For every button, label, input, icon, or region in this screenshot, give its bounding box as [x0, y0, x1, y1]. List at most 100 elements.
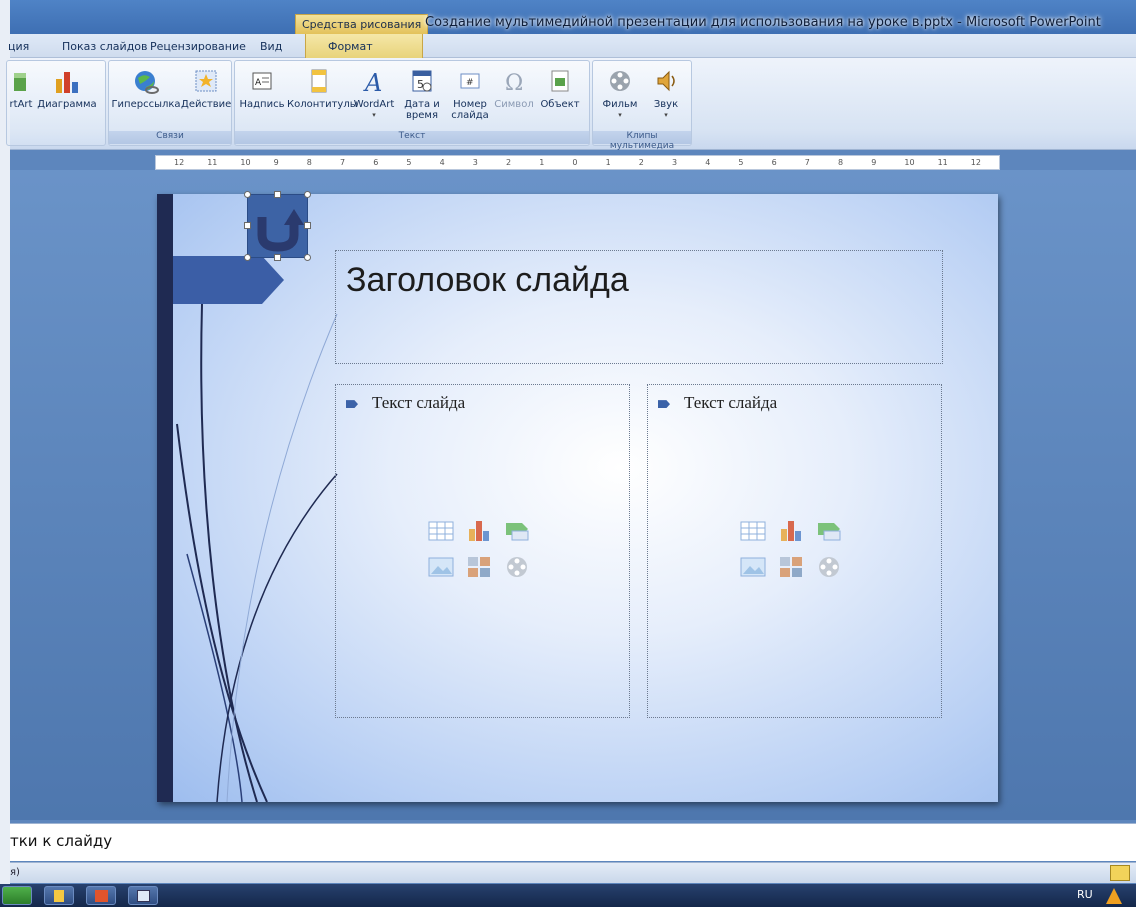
insert-media-clip-icon[interactable]	[504, 555, 530, 579]
tab-animation[interactable]: ция	[8, 40, 29, 53]
resize-handle-bottom-right[interactable]	[304, 254, 311, 261]
selected-action-button-return[interactable]	[247, 194, 308, 258]
header-footer-icon	[311, 69, 327, 93]
notes-placeholder-text: тки к слайду	[10, 832, 113, 850]
insert-table-icon[interactable]	[740, 519, 766, 543]
ruler-mark: 3	[672, 158, 678, 167]
tab-format[interactable]: Формат	[305, 34, 423, 58]
resize-handle-top[interactable]	[274, 191, 281, 198]
symbol-button[interactable]: Ω Символ	[491, 69, 537, 110]
ruler-mark: 11	[937, 158, 948, 167]
movie-button[interactable]: Фильм ▾	[597, 69, 643, 121]
status-bar: я)	[10, 862, 1136, 883]
ruler-mark: 9	[871, 158, 877, 167]
tab-review[interactable]: Рецензирование	[150, 40, 246, 53]
title-placeholder-text: Заголовок слайда	[346, 261, 629, 299]
ruler-mark: 10	[904, 158, 915, 167]
insert-smartart-icon[interactable]	[816, 519, 842, 543]
slide-number-button[interactable]: # Номер слайда	[445, 69, 495, 121]
calendar-icon: 5	[412, 70, 432, 92]
insert-clipart-icon[interactable]	[466, 555, 492, 579]
insert-smartart-icon[interactable]	[504, 519, 530, 543]
ruler-mark: 2	[638, 158, 644, 167]
film-reel-icon	[610, 71, 630, 91]
tab-view[interactable]: Вид	[260, 40, 282, 53]
ribbon-insert: rtArt Диаграмма Гиперссылка Действие Свя…	[6, 58, 1136, 151]
omega-icon: Ω	[505, 71, 523, 95]
group-links: Гиперссылка Действие Связи	[108, 60, 232, 146]
ruler-mark: 6	[373, 158, 379, 167]
object-button[interactable]: Объект	[537, 69, 583, 110]
header-footer-button[interactable]: Колонтитулы	[287, 69, 358, 110]
resize-handle-right[interactable]	[304, 222, 311, 229]
resize-handle-left[interactable]	[244, 222, 251, 229]
speaker-icon	[657, 70, 675, 92]
resize-handle-bottom-left[interactable]	[244, 254, 251, 261]
ruler-mark: 7	[340, 158, 346, 167]
notes-pane[interactable]: тки к слайду	[10, 823, 1136, 861]
group-illustrations: rtArt Диаграмма	[6, 60, 106, 146]
bullet-arrow-icon	[658, 400, 670, 409]
ribbon-tab-row: ция Показ слайдов Рецензирование Вид Фор…	[8, 34, 1136, 58]
status-text: я)	[10, 867, 20, 878]
chart-button[interactable]: Диаграмма	[35, 69, 99, 110]
tab-slide-show[interactable]: Показ слайдов	[62, 40, 148, 53]
normal-view-icon[interactable]	[1110, 865, 1130, 881]
group-label-media: Клипы мультимедиа	[593, 131, 691, 151]
svg-text:5: 5	[417, 78, 424, 91]
svg-text:A: A	[255, 78, 262, 88]
ruler-mark: 11	[207, 158, 218, 167]
group-label-links: Связи	[109, 131, 231, 144]
title-placeholder[interactable]: Заголовок слайда	[335, 250, 943, 364]
hyperlink-button[interactable]: Гиперссылка	[111, 69, 181, 110]
chart-icon	[56, 72, 78, 93]
return-arrow-icon	[257, 209, 304, 252]
svg-text:A: A	[363, 69, 382, 95]
ruler-mark: 6	[771, 158, 777, 167]
resize-handle-bottom[interactable]	[274, 254, 281, 261]
ruler-mark: 12	[174, 158, 185, 167]
slide-canvas[interactable]: Заголовок слайда Текст слайда Текст слай…	[157, 194, 998, 802]
bullet-arrow-icon	[346, 400, 358, 409]
tray-avast-icon[interactable]	[1106, 888, 1122, 904]
taskbar-explorer-icon[interactable]	[44, 886, 74, 905]
insert-media-clip-icon[interactable]	[816, 555, 842, 579]
date-time-button[interactable]: 5 Дата и время	[399, 69, 445, 121]
insert-chart-icon[interactable]	[778, 519, 804, 543]
taskbar-utorrent-icon[interactable]	[2, 886, 32, 905]
language-indicator[interactable]: RU	[1077, 888, 1093, 901]
slide-number-icon: #	[460, 73, 480, 89]
ruler-mark: 12	[970, 158, 981, 167]
ruler-mark: 0	[572, 158, 578, 167]
resize-handle-top-right[interactable]	[304, 191, 311, 198]
insert-chart-icon[interactable]	[466, 519, 492, 543]
taskbar-powerpoint-icon[interactable]	[86, 886, 116, 905]
group-label-text: Текст	[235, 131, 589, 144]
horizontal-ruler[interactable]: 12 11 10 9 8 7 6 5 4 3 2 1 0 1 2 3 4 5 6 7 8 9 10 11 12	[155, 155, 1000, 170]
resize-handle-top-left[interactable]	[244, 191, 251, 198]
insert-table-icon[interactable]	[428, 519, 454, 543]
ruler-mark: 1	[539, 158, 545, 167]
ruler-mark: 4	[439, 158, 445, 167]
group-media-clips: Фильм ▾ Звук ▾ Клипы мультимедиа	[592, 60, 692, 151]
content-placeholder-left[interactable]: Текст слайда	[335, 384, 630, 718]
textbox-button[interactable]: A Надпись	[237, 69, 287, 110]
insert-picture-icon[interactable]	[740, 555, 766, 579]
ruler-mark: 5	[738, 158, 744, 167]
insert-clipart-icon[interactable]	[778, 555, 804, 579]
smartart-button[interactable]: rtArt	[7, 69, 35, 110]
content-placeholder-left-text: Текст слайда	[372, 393, 466, 412]
svg-text:Ω: Ω	[505, 71, 523, 95]
wordart-button[interactable]: A WordArt ▾	[349, 69, 399, 121]
action-button[interactable]: Действие	[181, 69, 231, 110]
group-text: A Надпись Колонтитулы A WordArt ▾ 5 Дата…	[234, 60, 590, 146]
wordart-icon: A	[363, 69, 382, 95]
action-star-icon	[195, 70, 217, 92]
content-placeholder-right[interactable]: Текст слайда	[647, 384, 942, 718]
ruler-mark: 7	[804, 158, 810, 167]
taskbar-window-icon[interactable]	[128, 886, 158, 905]
ruler-mark: 1	[605, 158, 611, 167]
sound-button[interactable]: Звук ▾	[643, 69, 689, 121]
insert-picture-icon[interactable]	[428, 555, 454, 579]
ruler-mark: 8	[306, 158, 312, 167]
